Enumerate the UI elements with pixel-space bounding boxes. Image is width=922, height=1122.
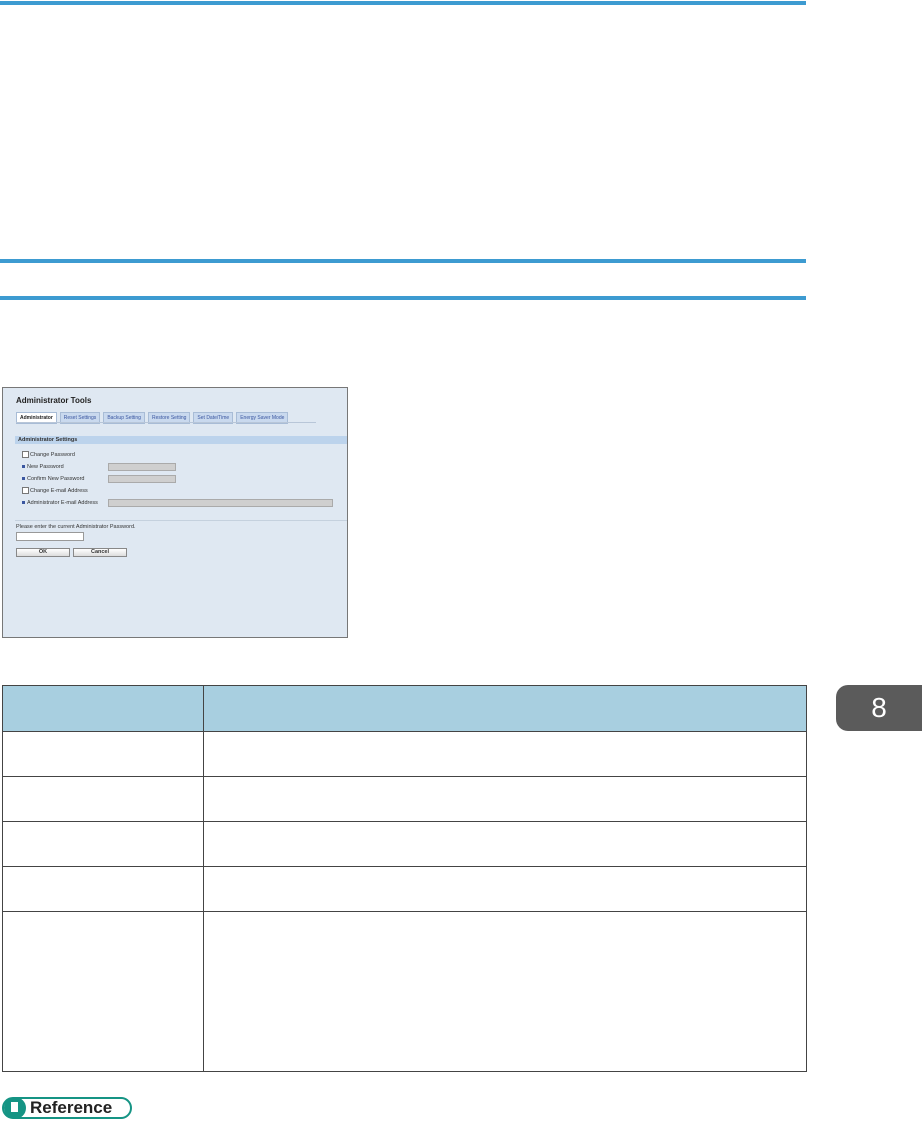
screenshot-title: Administrator Tools [16,396,92,405]
cancel-button[interactable]: Cancel [73,548,127,557]
table-cell [2,731,204,777]
table-row [2,731,807,777]
confirm-password-field[interactable] [108,475,176,483]
ok-button[interactable]: OK [16,548,70,557]
table-row [2,821,807,867]
bullet-icon [22,465,25,469]
table-cell [2,821,204,867]
reference-label: Reference [30,1098,113,1117]
table-row [2,866,807,912]
table-cell [2,911,204,1072]
tab-divider [16,422,316,423]
change-email-checkbox[interactable] [22,487,29,494]
admin-email-label: Administrator E-mail Address [27,500,98,506]
table-row [2,776,807,822]
section-header: Administrator Settings [15,436,347,444]
change-password-row[interactable]: Change Password [22,451,75,458]
table-cell [203,911,807,1072]
admin-tools-screenshot: Administrator Tools Administrator Reset … [2,387,348,638]
table-cell [203,866,807,912]
table-row [2,911,807,1072]
current-password-input[interactable] [16,532,84,541]
confirm-password-row: Confirm New Password [22,476,84,482]
section-rule [0,296,806,300]
admin-email-field[interactable] [108,499,333,507]
chapter-tab: 8 [836,685,922,731]
header-cell [2,685,204,732]
change-password-label: Change Password [30,451,75,458]
bullet-icon [22,501,25,505]
table-header-row [2,685,807,732]
table-cell [203,821,807,867]
table-cell [2,776,204,822]
settings-table [2,685,807,1072]
admin-email-row: Administrator E-mail Address [22,500,98,506]
confirm-password-label: Confirm New Password [27,476,85,482]
new-password-row: New Password [22,464,64,470]
password-prompt: Please enter the current Administrator P… [16,524,136,530]
table-cell [203,731,807,777]
section-rule [0,259,806,263]
reference-heading: Reference [2,1097,132,1119]
change-email-row[interactable]: Change E-mail Address [22,487,88,494]
document-icon [4,1097,26,1119]
change-password-checkbox[interactable] [22,451,29,458]
new-password-field[interactable] [108,463,176,471]
new-password-label: New Password [27,464,64,470]
table-cell [2,866,204,912]
top-rule [0,1,806,5]
bullet-icon [22,477,25,481]
divider [15,520,347,521]
table-cell [203,776,807,822]
header-cell [203,685,807,732]
change-email-label: Change E-mail Address [30,487,88,494]
